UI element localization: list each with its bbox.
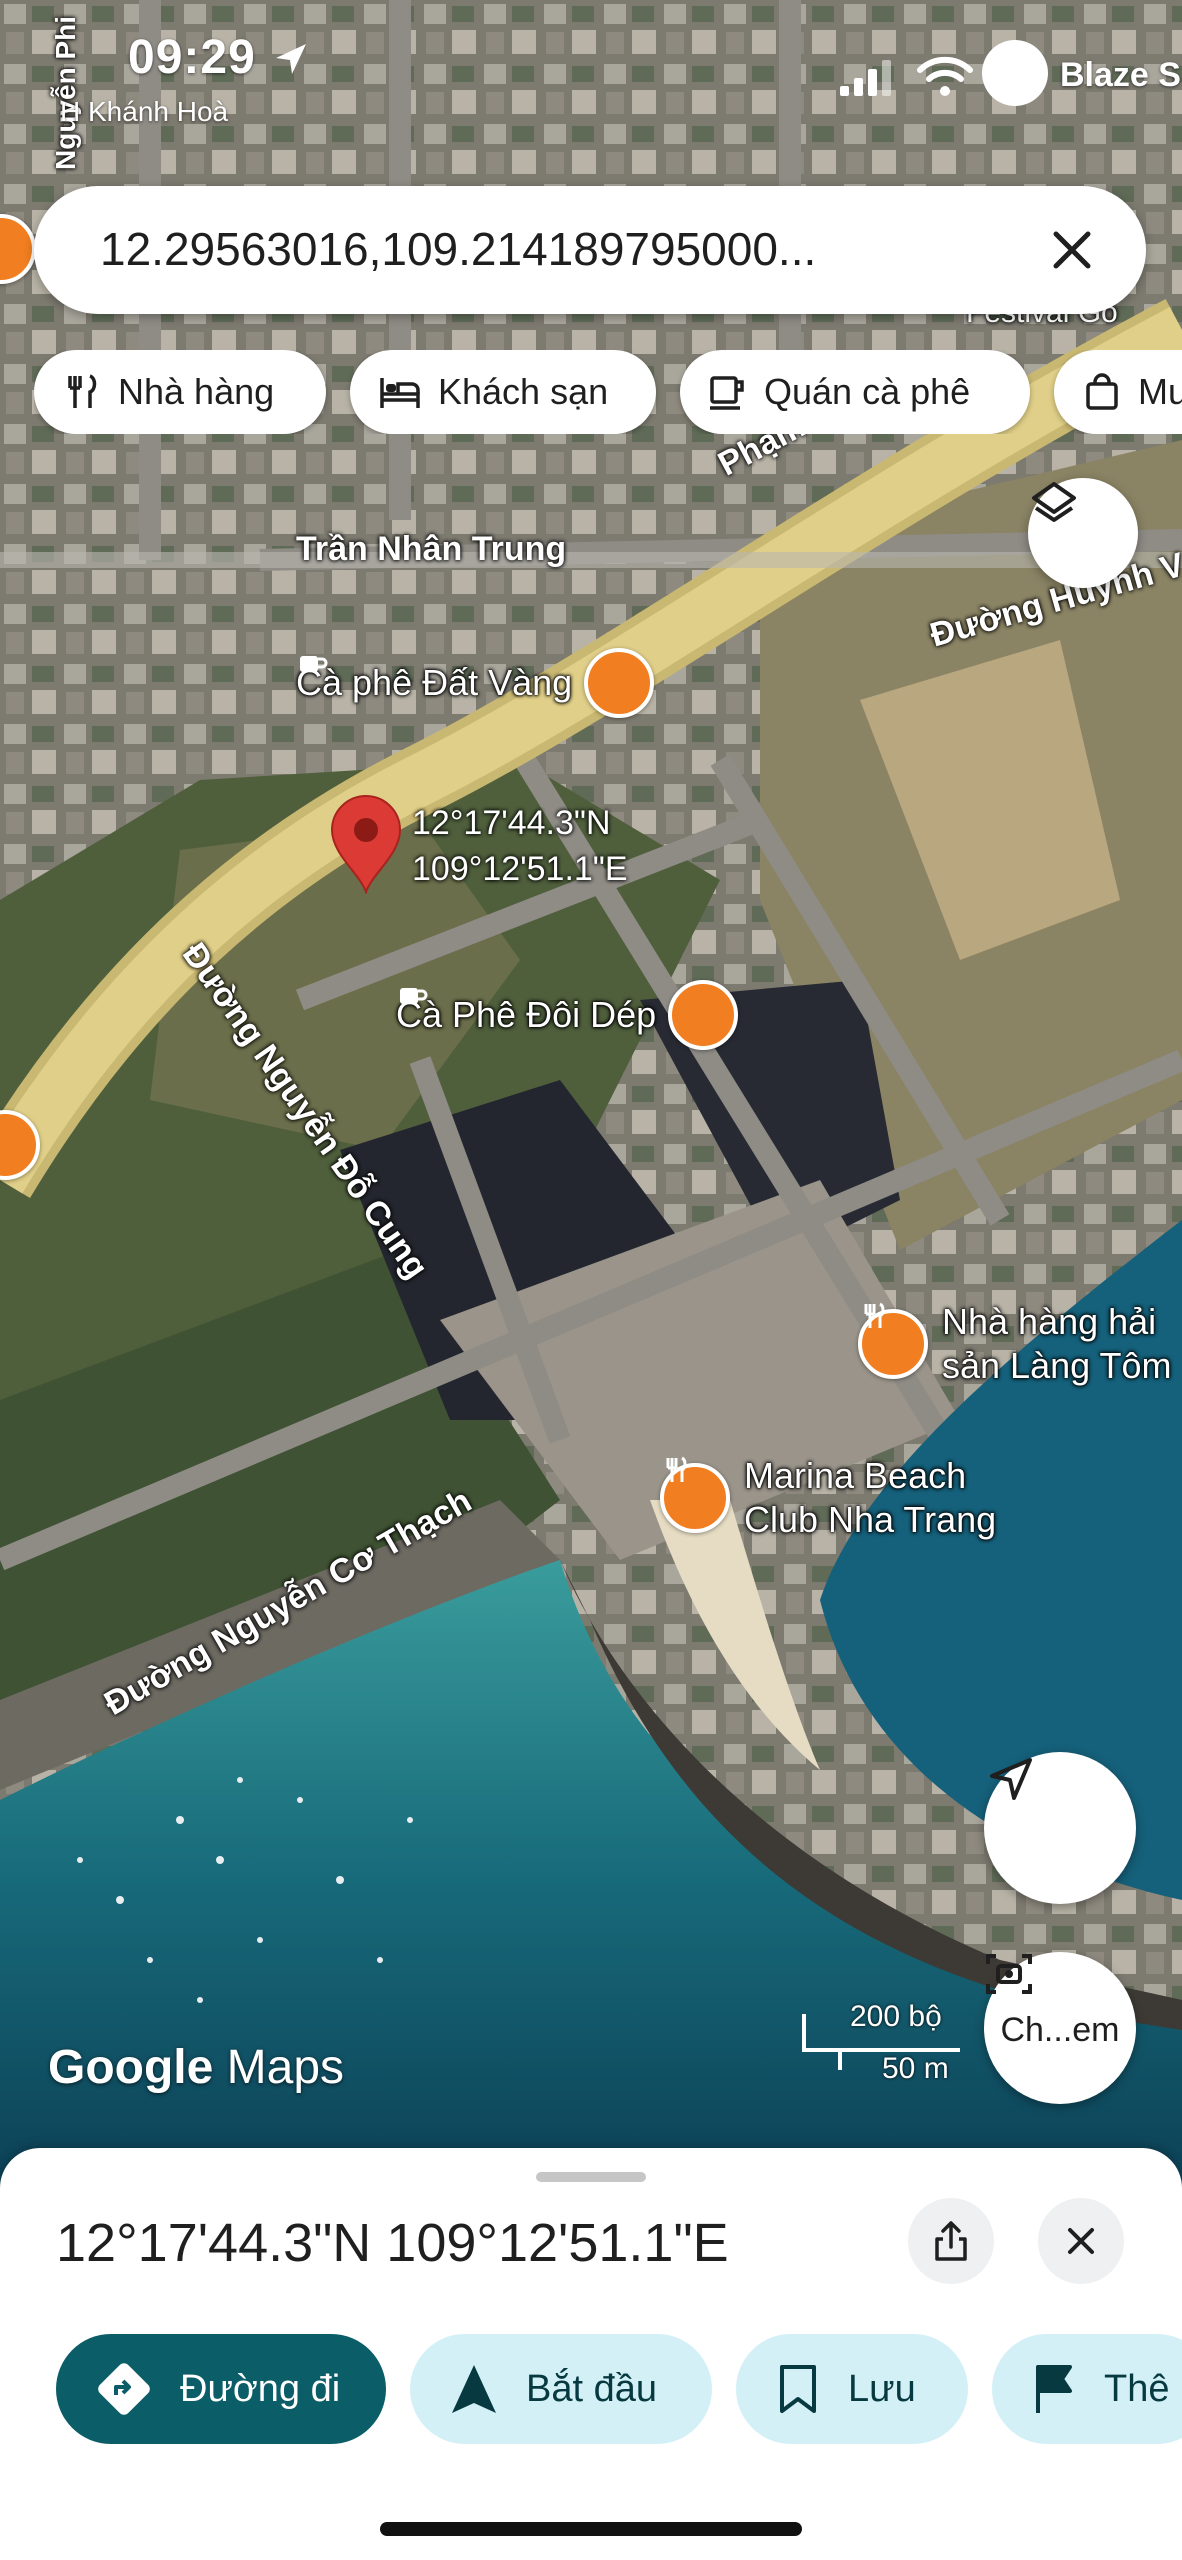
restaurant-icon (660, 1456, 730, 1533)
lens-label: Ch...em (1000, 2010, 1120, 2049)
scale-meters: 50 m (882, 2052, 949, 2085)
poi-label-line2: sản Làng Tôm (942, 1345, 1172, 1386)
status-bar: 09:29 H Khánh Hoà Blaze S (0, 0, 1182, 127)
chip-shopping[interactable]: Mu (1054, 350, 1182, 434)
start-button[interactable]: Bắt đầu (410, 2334, 712, 2444)
restaurant-icon (0, 214, 36, 284)
action-label: Đường đi (180, 2367, 341, 2410)
restaurant-icon (0, 1110, 40, 1180)
poi-marina-beach-club[interactable]: Marina Beach Club Nha Trang (660, 1454, 996, 1542)
map-view[interactable]: Trần Nhân Trung Phạm Vă Đường Huỳnh V Đư… (0, 0, 1182, 2200)
cellular-signal-icon (840, 60, 891, 96)
action-label: Bắt đầu (526, 2367, 657, 2410)
layers-icon (1032, 482, 1076, 522)
category-chips: Nhà hàng Khách sạn Quán cà phê Mu (34, 350, 1182, 434)
chip-label: Khách sạn (438, 371, 609, 412)
chip-label: Nhà hàng (118, 371, 275, 412)
status-time: 09:29 (128, 31, 256, 84)
coffee-icon (300, 648, 655, 718)
add-label-button[interactable]: Thê (992, 2334, 1182, 2444)
carrier-app-icon (982, 40, 1048, 106)
poi-label-line1: Marina Beach (744, 1455, 967, 1496)
dropped-pin-lat: 12°17'44.3"N (412, 804, 611, 842)
dropped-pin-lng: 109°12'51.1"E (412, 850, 628, 888)
bookmark-icon (776, 2363, 820, 2415)
poi-ca-phe-doi-dep[interactable]: Cà Phê Đôi Dép (396, 980, 739, 1050)
poi-nha-hang-lang-tom[interactable]: Nhà hàng hải sản Làng Tôm (858, 1300, 1171, 1388)
share-button[interactable] (908, 2198, 994, 2284)
dropped-pin-label: 12°17'44.3"N 109°12'51.1"E (412, 800, 628, 892)
close-icon (1068, 2228, 1094, 2254)
poi-label-group: Marina Beach Club Nha Trang (744, 1454, 996, 1542)
scale-feet: 200 bộ (850, 2000, 942, 2033)
home-indicator[interactable] (380, 2522, 802, 2536)
close-sheet-button[interactable] (1038, 2198, 1124, 2284)
share-icon (935, 2221, 967, 2261)
shopping-bag-icon (1082, 372, 1122, 412)
coffee-icon (400, 980, 739, 1050)
place-title: 12°17'44.3"N 109°12'51.1"E (56, 2213, 729, 2273)
wifi-icon (917, 56, 973, 96)
chip-label: Mu (1138, 371, 1182, 412)
flag-icon (1032, 2363, 1076, 2415)
my-location-button[interactable] (984, 1752, 1136, 1904)
poi-edge-left[interactable] (0, 1110, 40, 1180)
poi-label-group: Nhà hàng hải sản Làng Tôm (942, 1300, 1171, 1388)
location-services-icon (276, 44, 306, 74)
layers-button[interactable] (1028, 478, 1138, 588)
poi-label-line2: Club Nha Trang (744, 1499, 997, 1540)
street-label: Trần Nhân Trung (296, 530, 567, 568)
chip-cafes[interactable]: Quán cà phê (680, 350, 1030, 434)
status-breadcrumb: H Khánh Hoà (60, 96, 229, 127)
restaurant-icon (858, 1302, 928, 1379)
directions-icon (96, 2361, 152, 2417)
lens-search-button[interactable]: Ch...em (984, 1952, 1136, 2104)
action-label: Lưu (848, 2367, 916, 2410)
chip-restaurants[interactable]: Nhà hàng (34, 350, 326, 434)
chip-label: Quán cà phê (764, 371, 971, 412)
navigation-icon (450, 2363, 498, 2415)
chip-hotels[interactable]: Khách sạn (350, 350, 656, 434)
directions-button[interactable]: Đường đi (56, 2334, 386, 2444)
navigation-arrow-icon (990, 1758, 1032, 1800)
close-icon[interactable] (1042, 220, 1102, 280)
search-bar[interactable]: 12.29563016,109.214189795000... (34, 186, 1146, 314)
poi-ca-phe-dat-vang[interactable]: Cà phê Đất Vàng (296, 648, 655, 718)
carrier-name: Blaze S (1060, 56, 1181, 94)
poi-label-line1: Nhà hàng hải (942, 1301, 1157, 1342)
google-wordmark: Google (48, 2041, 214, 2094)
camera-icon (986, 1954, 1032, 1994)
action-label: Thê (1104, 2367, 1170, 2410)
poi-label: Cà Phê Đôi Dép (396, 994, 657, 1035)
restaurant-icon (62, 372, 102, 412)
poi-label: Cà phê Đất Vàng (296, 662, 573, 703)
poi-edge-top-left[interactable] (0, 214, 36, 284)
google-maps-logo: Google Maps (48, 2040, 344, 2095)
hotel-icon (378, 372, 422, 412)
coffee-icon (708, 372, 748, 412)
maps-wordmark: Maps (226, 2041, 345, 2094)
save-button[interactable]: Lưu (736, 2334, 968, 2444)
search-input[interactable]: 12.29563016,109.214189795000... (100, 222, 816, 276)
sheet-drag-handle[interactable] (536, 2172, 646, 2182)
map-pin-icon (330, 795, 402, 894)
